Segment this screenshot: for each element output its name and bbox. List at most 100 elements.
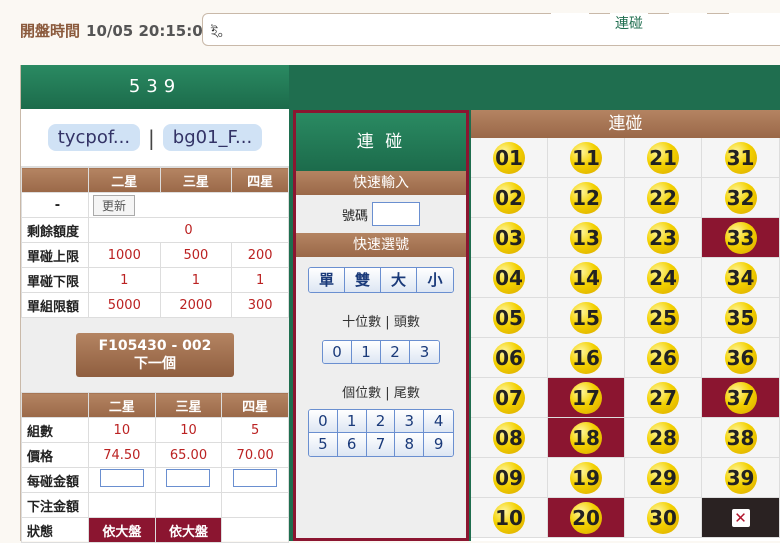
small-button[interactable]: 小 (417, 268, 453, 292)
account-bar: tycpof... | bg01_F... (21, 109, 289, 167)
ball-cell[interactable]: 38 (702, 418, 780, 458)
units-button[interactable]: 5 (309, 433, 338, 456)
ball-cell[interactable]: 32 (702, 178, 780, 218)
units-button[interactable]: 8 (395, 433, 425, 456)
tens-button[interactable]: 0 (323, 341, 352, 363)
ball-cell[interactable]: 09 (471, 458, 548, 498)
ball-cell[interactable]: 18 (548, 418, 625, 458)
ball-cell[interactable]: 03 (471, 218, 548, 258)
units-button[interactable]: 1 (337, 410, 367, 433)
row-label: 組數 (21, 417, 89, 443)
summary-header: 三星 (154, 392, 223, 418)
row-label: 下注金額 (21, 492, 89, 518)
price: 74.50 (88, 442, 156, 468)
ball-cell[interactable]: 15 (548, 298, 625, 338)
status-badge: 依大盤 (88, 517, 156, 543)
ball-cell[interactable]: 01 (471, 138, 548, 178)
number-ball: 37 (724, 381, 757, 414)
number-ball: 08 (493, 421, 525, 454)
units-button[interactable]: 6 (337, 433, 367, 456)
units-button[interactable]: 0 (309, 410, 338, 433)
number-ball: 04 (493, 261, 525, 294)
ball-cell[interactable]: 31 (702, 138, 780, 178)
ball-cell[interactable]: 06 (471, 338, 548, 378)
number-input[interactable] (372, 202, 420, 226)
tab-linked-column[interactable]: 連柱碰 (729, 13, 780, 35)
ball-cell[interactable]: 12 (548, 178, 625, 218)
row-label: - (21, 192, 89, 218)
ball-cell[interactable]: 10 (471, 498, 548, 538)
ball-cell[interactable]: 11 (548, 138, 625, 178)
ball-cell[interactable]: 26 (625, 338, 702, 378)
ball-cell[interactable]: 33 (702, 218, 780, 258)
units-button[interactable]: 7 (366, 433, 396, 456)
units-button[interactable]: 3 (395, 410, 425, 433)
tens-button[interactable]: 1 (352, 341, 381, 363)
number-ball: 31 (724, 141, 757, 174)
limit-header: 三星 (159, 167, 233, 193)
ball-cell[interactable]: 20 (548, 498, 625, 538)
account-b[interactable]: bg01_F... (162, 124, 263, 151)
ball-cell[interactable]: 23 (625, 218, 702, 258)
ball-cell[interactable]: 13 (548, 218, 625, 258)
ball-cell[interactable]: 35 (702, 298, 780, 338)
next-button[interactable]: F105430 - 002 下一個 (76, 333, 234, 377)
group-count: 10 (154, 417, 223, 443)
ball-cell[interactable]: 34 (702, 258, 780, 298)
ball-cell[interactable]: 28 (625, 418, 702, 458)
ball-cell[interactable]: 21 (625, 138, 702, 178)
panel-title: 連 碰 (296, 113, 466, 171)
clear-cell[interactable]: ✕ (702, 498, 780, 538)
summary-table: 二星 三星 四星 組數 10 10 5 價格 74.50 65.00 70.00… (21, 392, 289, 543)
units-button[interactable]: 2 (366, 410, 396, 433)
tens-button[interactable]: 3 (410, 341, 439, 363)
left-panel: 539 tycpof... | bg01_F... 二星 三星 四星 - 更新 … (20, 65, 289, 543)
close-icon[interactable]: ✕ (731, 508, 750, 527)
odd-button[interactable]: 單 (309, 268, 345, 292)
open-time: 開盤時間 10/05 20:15:00 (20, 20, 213, 41)
tab-linked[interactable]: 連碰 (610, 13, 648, 35)
tab-single[interactable]: 單碰 (551, 13, 589, 35)
ball-cell[interactable]: 08 (471, 418, 548, 458)
big-button[interactable]: 大 (381, 268, 417, 292)
ball-cell[interactable]: 36 (702, 338, 780, 378)
next-order-id: F105430 - 002 (98, 338, 212, 354)
amount-input-3[interactable] (166, 469, 211, 487)
tens-group: 0 1 2 3 (322, 340, 440, 364)
account-a[interactable]: tycpof... (47, 124, 141, 151)
tens-button[interactable]: 2 (381, 341, 410, 363)
ball-cell[interactable]: 37 (702, 378, 780, 418)
ball-grid: 01 11 21 31 02 12 22 32 03 13 23 33 04 14 24 34 05 15 25 35… (471, 138, 780, 541)
ball-cell[interactable]: 17 (548, 378, 625, 418)
ball-cell[interactable]: 04 (471, 258, 548, 298)
ball-cell[interactable]: 14 (548, 258, 625, 298)
update-button[interactable]: 更新 (93, 194, 136, 216)
cell-value: 1 (88, 267, 161, 293)
units-button[interactable]: 4 (424, 410, 453, 433)
even-button[interactable]: 雙 (345, 268, 381, 292)
units-button[interactable]: 9 (424, 433, 453, 456)
ball-cell[interactable]: 24 (625, 258, 702, 298)
number-ball: 16 (570, 341, 602, 374)
number-ball: 03 (493, 221, 525, 254)
ball-cell[interactable]: 27 (625, 378, 702, 418)
ball-cell[interactable]: 02 (471, 178, 548, 218)
ball-cell[interactable]: 16 (548, 338, 625, 378)
ball-cell[interactable]: 39 (702, 458, 780, 498)
ball-cell[interactable]: 29 (625, 458, 702, 498)
cell-value: 1 (159, 267, 233, 293)
ball-cell[interactable]: 30 (625, 498, 702, 538)
ball-cell[interactable]: 19 (548, 458, 625, 498)
tab-column[interactable]: 柱碰 (669, 13, 707, 35)
amount-input-2[interactable] (99, 469, 144, 487)
row-label: 單組限額 (21, 292, 89, 318)
number-ball: 11 (570, 141, 602, 174)
ball-cell[interactable]: 22 (625, 178, 702, 218)
ball-cell[interactable]: 07 (471, 378, 548, 418)
number-ball: 22 (647, 181, 679, 214)
amount-input-4[interactable] (233, 469, 278, 487)
ball-cell[interactable]: 25 (625, 298, 702, 338)
ball-cell[interactable]: 05 (471, 298, 548, 338)
number-ball: 39 (724, 461, 757, 494)
number-ball: 28 (647, 421, 679, 454)
